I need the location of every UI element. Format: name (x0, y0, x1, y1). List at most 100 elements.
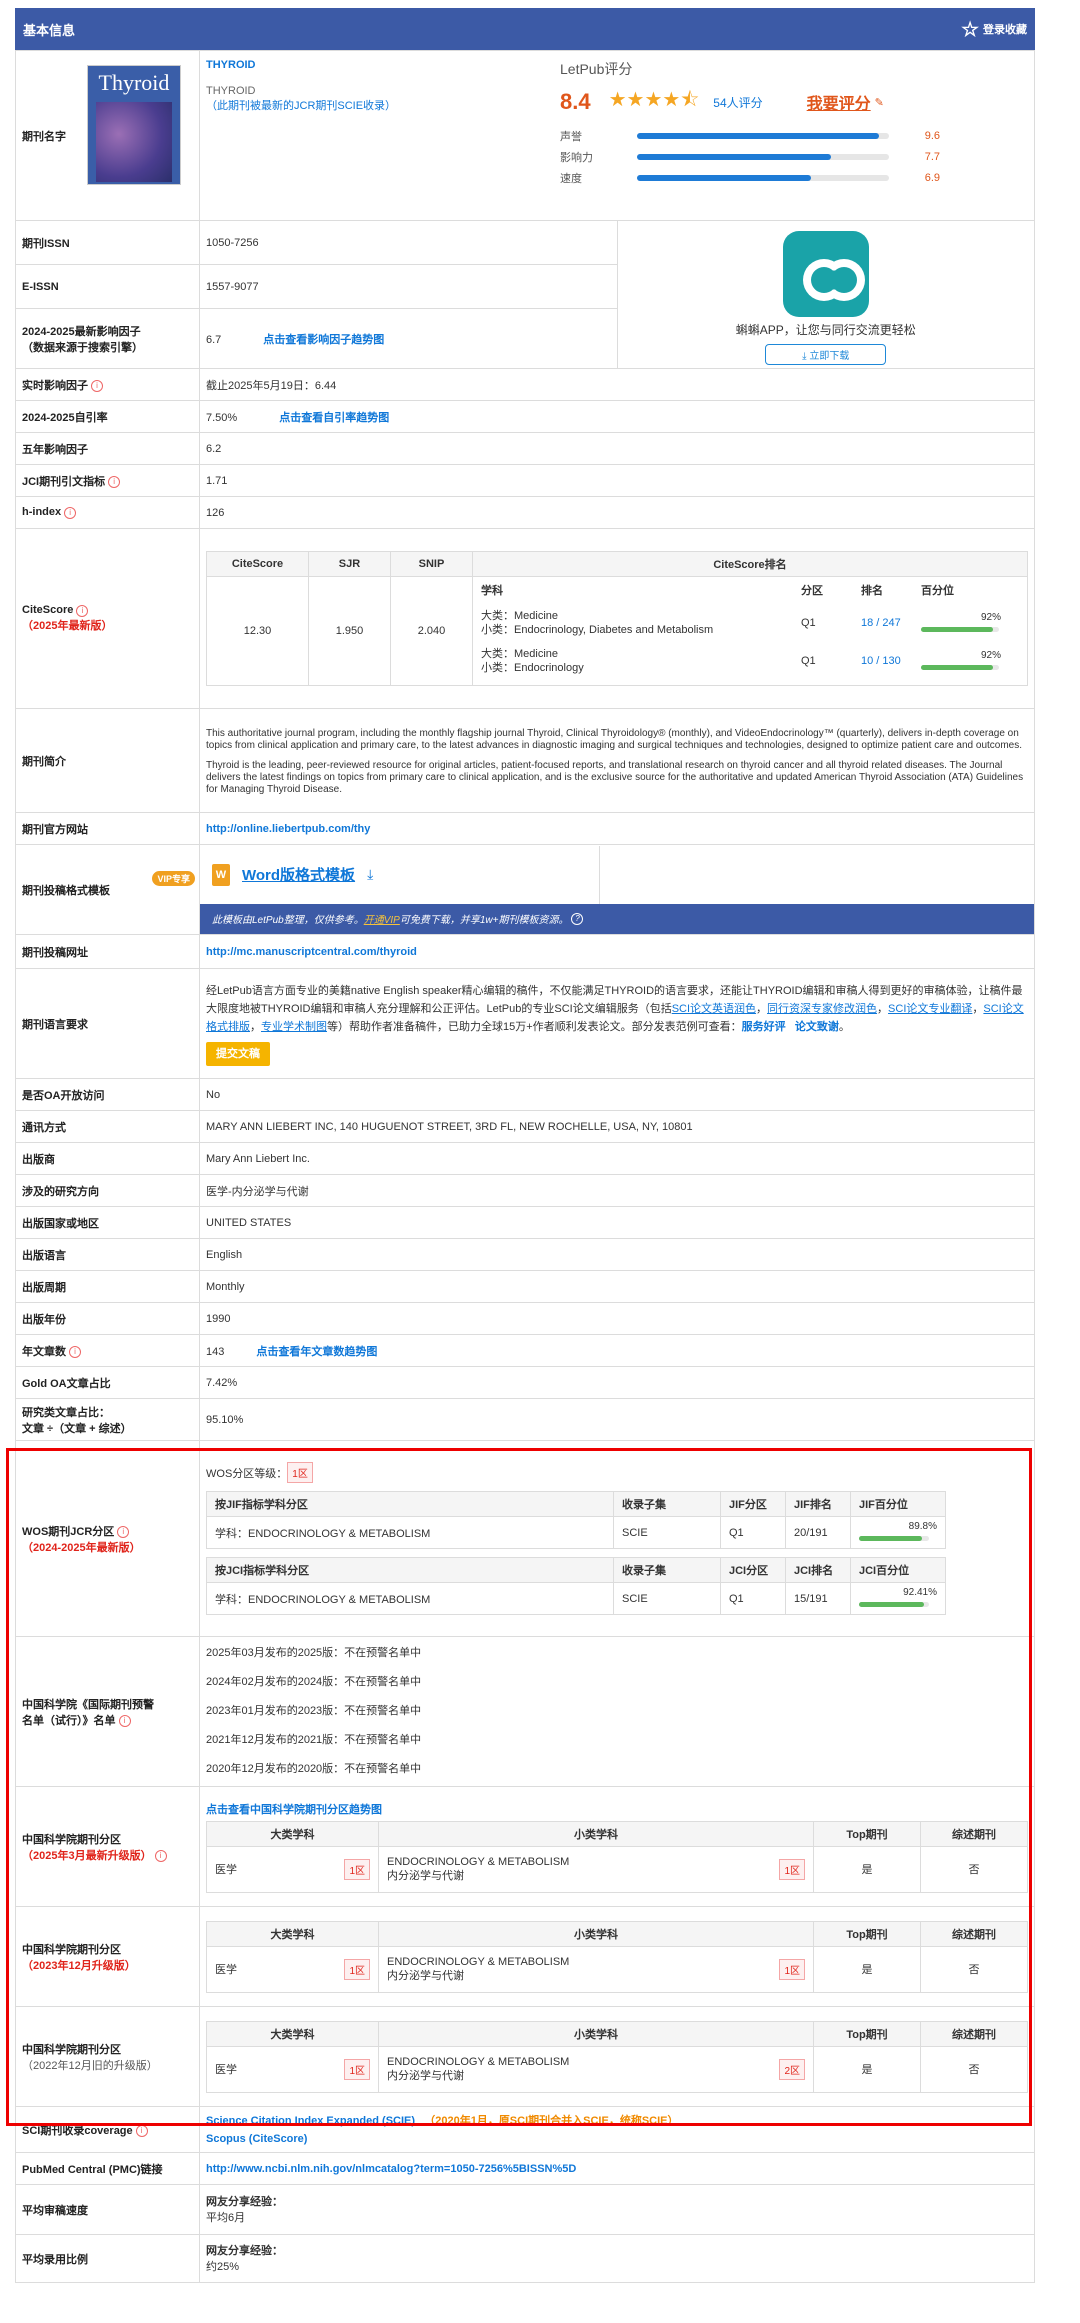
journal-cover-image: Thyroid (87, 65, 181, 185)
scopus-link[interactable]: Scopus (CiteScore) (206, 2133, 307, 2145)
app-promo: 蝌蝌APP，让您与同行交流更轻松 ⤓ 立即下载 (616, 220, 1035, 369)
cas-label: 中国科学院期刊分区 (22, 2043, 121, 2056)
download-icon[interactable]: ⤓ (367, 866, 373, 883)
eissn-value: 1557-9077 (199, 264, 618, 309)
template-note-bar: 此模板由LetPub整理，仅供参考。 开通VIP 可免费下载，并享1w+期刊模板资源… (200, 903, 1034, 934)
scie-note: （2020年1月，原SCI期刊合并入SCIE，统称SCIE） (424, 2114, 679, 2127)
review-speed-label: 平均审稿速度 (15, 2184, 200, 2235)
word-template-link[interactable]: Word版格式模板 (242, 864, 355, 885)
info-icon[interactable]: i (118, 1714, 131, 1727)
issn-label: 期刊ISSN (15, 220, 200, 265)
citescore-rank-row: 大类：Medicine 小类：Endocrinology, Diabetes an… (481, 610, 1001, 636)
zone-badge: 1区 (779, 1858, 805, 1880)
articles-trend-link[interactable]: 点击查看年文章数趋势图 (256, 1346, 377, 1358)
citescore-value: 12.30 (206, 576, 309, 686)
language-label: 期刊语言要求 (15, 968, 200, 1079)
realtime-if-label: 实时影响因子 (22, 379, 88, 392)
row-value: English (199, 1238, 1035, 1271)
row-value: MARY ANN LIEBERT INC, 140 HUGUENOT STREE… (199, 1110, 1035, 1143)
warning-item: 2023年01月发布的2023版：不在预警名单中 (206, 1705, 422, 1717)
self-cite-trend-link[interactable]: 点击查看自引率趋势图 (279, 412, 389, 424)
gold-oa-value: 7.42% (199, 1366, 1035, 1399)
pmc-link[interactable]: http://www.ncbi.nlm.nih.gov/nlmcatalog?t… (206, 2163, 576, 2175)
row-label: 出版年份 (15, 1302, 200, 1335)
rating-bar-row: 声誉 9.6 (560, 130, 940, 143)
section-header: 基本信息 ☆ 登录收藏 (15, 8, 1035, 50)
issn-value: 1050-7256 (199, 220, 618, 265)
intro-paragraph: Thyroid is the leading, peer-reviewed re… (206, 759, 1024, 795)
row-value: Monthly (199, 1270, 1035, 1303)
info-icon[interactable]: i (76, 604, 89, 617)
service-link[interactable]: 专业学术制图 (261, 1021, 327, 1033)
pmc-label: PubMed Central (PMC)链接 (15, 2152, 200, 2185)
cas-table: 大类学科 小类学科 Top期刊 综述期刊 医学 1区 ENDOCRINOLOGY & MET… (206, 2020, 1028, 2093)
service-link[interactable]: SCI论文专业翻译 (888, 1003, 972, 1015)
jci-percentile-bar (859, 1602, 929, 1607)
row-label: 出版国家或地区 (15, 1206, 200, 1239)
wos-grade-badge: 1区 (287, 1462, 313, 1483)
gold-oa-label: Gold OA文章占比 (15, 1366, 200, 1399)
star-icon: ☆ (961, 18, 979, 41)
snip-value: 2.040 (390, 576, 473, 686)
realtime-if-value: 截止2025年5月19日：6.44 (199, 368, 1035, 401)
info-icon[interactable]: i (135, 2124, 148, 2137)
eissn-label: E-ISSN (15, 264, 200, 309)
info-icon[interactable]: i (154, 1849, 167, 1862)
info-table: 期刊名字 Thyroid THYROID THYROID （此期刊被最新的JCR… (15, 50, 1035, 2283)
info-icon[interactable]: ? (571, 912, 584, 925)
login-save-button[interactable]: ☆ 登录收藏 (961, 17, 1027, 42)
service-link[interactable]: SCI论文英语润色 (672, 1003, 756, 1015)
cas-label: 中国科学院期刊分区 (22, 1943, 121, 1956)
journal-name-link[interactable]: THYROID (206, 59, 396, 71)
website-link[interactable]: http://online.liebertpub.com/thy (206, 823, 370, 835)
percentile-bar (921, 626, 999, 632)
wos-grade-label: WOS分区等级： (206, 1468, 288, 1480)
submit-manuscript-button[interactable]: 提交文稿 (206, 1041, 270, 1066)
vip-badge: VIP专享 (152, 871, 195, 886)
cas-label: 中国科学院期刊分区 (22, 1833, 121, 1846)
info-icon[interactable]: i (69, 1345, 81, 1358)
info-icon[interactable]: i (117, 1525, 130, 1538)
wos-label: WOS期刊JCR分区 (22, 1525, 115, 1538)
zone-badge: 2区 (779, 2058, 805, 2080)
journal-info-panel: 基本信息 ☆ 登录收藏 期刊名字 Thyroid THYROID THYROID … (15, 8, 1035, 2283)
website-label: 期刊官方网站 (15, 812, 200, 845)
rating-count-link[interactable]: 54人评分 (713, 94, 762, 111)
jif-table: 按JIF指标学科分区 收录子集 JIF分区 JIF排名 JIF百分位 学科：ENDOCR… (206, 1491, 946, 1549)
rate-button[interactable]: 我要评分 (807, 90, 871, 114)
info-icon[interactable]: i (64, 506, 77, 519)
scie-link[interactable]: Science Citation Index Expanded (SCIE) (206, 2115, 415, 2127)
download-button[interactable]: ⤓ 立即下载 (765, 343, 887, 365)
row-label: 涉及的研究方向 (15, 1174, 200, 1207)
zone-badge: 1区 (344, 1858, 370, 1880)
warning-item: 2020年12月发布的2020版：不在预警名单中 (206, 1763, 422, 1775)
submit-url-link[interactable]: http://mc.manuscriptcentral.com/thyroid (206, 946, 417, 958)
if-trend-link[interactable]: 点击查看影响因子趋势图 (263, 334, 384, 346)
jci-label: JCI期刊引文指标 (22, 475, 106, 488)
row-label: 是否OA开放访问 (15, 1078, 200, 1111)
if-value: 6.7 (206, 333, 222, 346)
warning-item: 2021年12月发布的2021版：不在预警名单中 (206, 1734, 422, 1746)
review-speed-value: 平均6月 (206, 2211, 246, 2224)
letpub-rating: LetPub评分 8.4 ★★★★⯪ 54人评分 我要评分 ✎ 声誉 9.6 影响力… (560, 59, 940, 190)
jif-percentile-bar (859, 1536, 929, 1541)
five-year-if-label: 五年影响因子 (15, 432, 200, 465)
cas-table: 大类学科 小类学科 Top期刊 综述期刊 医学 1区 ENDOCRINOLOGY & MET… (206, 1820, 1028, 1893)
open-vip-link[interactable]: 开通VIP (364, 911, 400, 926)
info-icon[interactable]: i (91, 379, 103, 392)
app-logo-icon (782, 230, 869, 317)
citescore-table: CiteScore SJR SNIP CiteScore排名 12.30 1.9… (206, 551, 1028, 686)
zone-badge: 1区 (344, 1958, 370, 1980)
accept-rate-label: 平均录用比例 (15, 2234, 200, 2283)
row-value: No (199, 1078, 1035, 1111)
sjr-value: 1.950 (308, 576, 391, 686)
acknowledgement-link[interactable]: 论文致谢 (795, 1021, 839, 1033)
reviews-link[interactable]: 服务好评 (742, 1021, 786, 1033)
row-value: 医学-内分泌学与代谢 (199, 1174, 1035, 1207)
zone-badge: 1区 (779, 1958, 805, 1980)
info-icon[interactable]: i (108, 475, 121, 488)
row-value: UNITED STATES (199, 1206, 1035, 1239)
row-label: 通讯方式 (15, 1110, 200, 1143)
cas-trend-link[interactable]: 点击查看中国科学院期刊分区趋势图 (206, 1801, 1028, 1817)
service-link[interactable]: 同行资深专家修改润色 (767, 1003, 877, 1015)
